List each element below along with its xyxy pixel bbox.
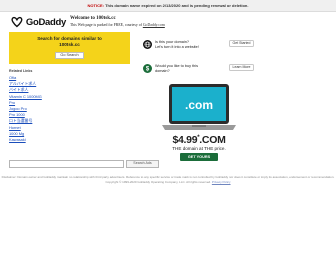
globe-icon — [143, 40, 152, 49]
notice-banner: NOTICE: This domain name expired on 2/13… — [0, 0, 336, 12]
notice-text: This domain name expired on 2/13/2020 an… — [105, 3, 249, 8]
ad-price-asterisk: * — [197, 135, 200, 141]
ads-search-input[interactable] — [9, 160, 124, 168]
ad-tagline: THE domain at THE price. — [172, 146, 226, 151]
dollar-icon: $ — [143, 64, 152, 73]
promo-buy-domain: $ Would you like to buy this domain? Lea… — [141, 62, 256, 76]
godaddy-logo[interactable]: GoDaddy — [10, 14, 66, 30]
learn-more-button[interactable]: Learn More — [229, 64, 254, 71]
ad-price-tld: .COM — [199, 134, 226, 146]
promo-build-text: Is this your domain? Let's turn it into … — [155, 40, 199, 50]
promo-buy-line2: domain? — [155, 69, 170, 73]
similar-domain-title: Search for domains similar to 100tsk.cc — [9, 32, 130, 47]
parked-page: NOTICE: This domain name expired on 2/13… — [0, 0, 336, 280]
footer-copyright: Copyright © 1999-2020 GoDaddy Operating … — [0, 180, 336, 184]
similar-domain-search-panel: Search for domains similar to 100tsk.cc … — [9, 32, 130, 64]
godaddy-icon — [11, 16, 23, 28]
ad-price-value: $4.99 — [172, 134, 198, 146]
related-links-list: Ofia アルバイト求人 バイト求人 Vitamin C 1000MG Pro … — [9, 75, 42, 143]
related-link[interactable]: Pro 1000 — [9, 112, 25, 117]
related-link[interactable]: バイト求人 — [9, 87, 28, 92]
list-item[interactable]: Kawasaki — [9, 137, 42, 143]
brand-name: GoDaddy — [25, 16, 66, 28]
ads-search-bar: Search Ads — [9, 160, 159, 168]
godaddy-link[interactable]: GoDaddy.com — [143, 23, 165, 27]
related-link[interactable]: アルバイト求人 — [9, 81, 36, 86]
related-link[interactable]: Pro — [9, 100, 15, 105]
ad-screen-text: .com — [185, 98, 213, 112]
related-link[interactable]: Ofia — [9, 75, 16, 80]
laptop-icon: .com — [162, 84, 236, 130]
similar-domain-name: 100tsk.cc — [59, 41, 80, 47]
related-link[interactable]: Kawasaki — [9, 137, 26, 142]
notice-label: NOTICE: — [87, 3, 104, 8]
go-search-button[interactable]: Go Search — [55, 52, 84, 59]
privacy-policy-link[interactable]: Privacy Policy — [212, 180, 231, 184]
search-ads-button[interactable]: Search Ads — [126, 160, 159, 168]
welcome-subtitle-text: This Web page is parked for FREE, courte… — [70, 23, 142, 27]
svg-text:$: $ — [146, 67, 150, 73]
related-link[interactable]: Jogoo Pro — [9, 106, 27, 111]
ad-price: $4.99*.COM — [141, 134, 257, 146]
promo-build-line2: Let's turn it into a website! — [155, 45, 199, 49]
related-links-heading: Related Links — [9, 69, 33, 73]
welcome-title: Welcome to 100tsk.cc — [70, 16, 116, 21]
copyright-text: Copyright © 1999-2020 GoDaddy Operating … — [105, 180, 212, 184]
get-started-button[interactable]: Get Started — [229, 40, 254, 47]
dot-com-ad[interactable]: .com $4.99*.COM THE domain at THE price.… — [141, 83, 257, 161]
welcome-subtitle: This Web page is parked for FREE, courte… — [70, 23, 165, 27]
promo-build-website: Is this your domain? Let's turn it into … — [141, 38, 256, 52]
related-link[interactable]: Hornet — [9, 125, 21, 130]
related-link[interactable]: 1000 Mg — [9, 131, 24, 136]
get-yours-button[interactable]: GET YOURS — [180, 153, 218, 161]
related-link[interactable]: ロト当選番号 — [9, 118, 32, 123]
footer-disclaimer: Disclaimer: Domain owner and GoDaddy mai… — [1, 175, 335, 179]
promo-buy-text: Would you like to buy this domain? — [155, 64, 198, 74]
related-link[interactable]: Vitamin C 1000MG — [9, 94, 42, 99]
